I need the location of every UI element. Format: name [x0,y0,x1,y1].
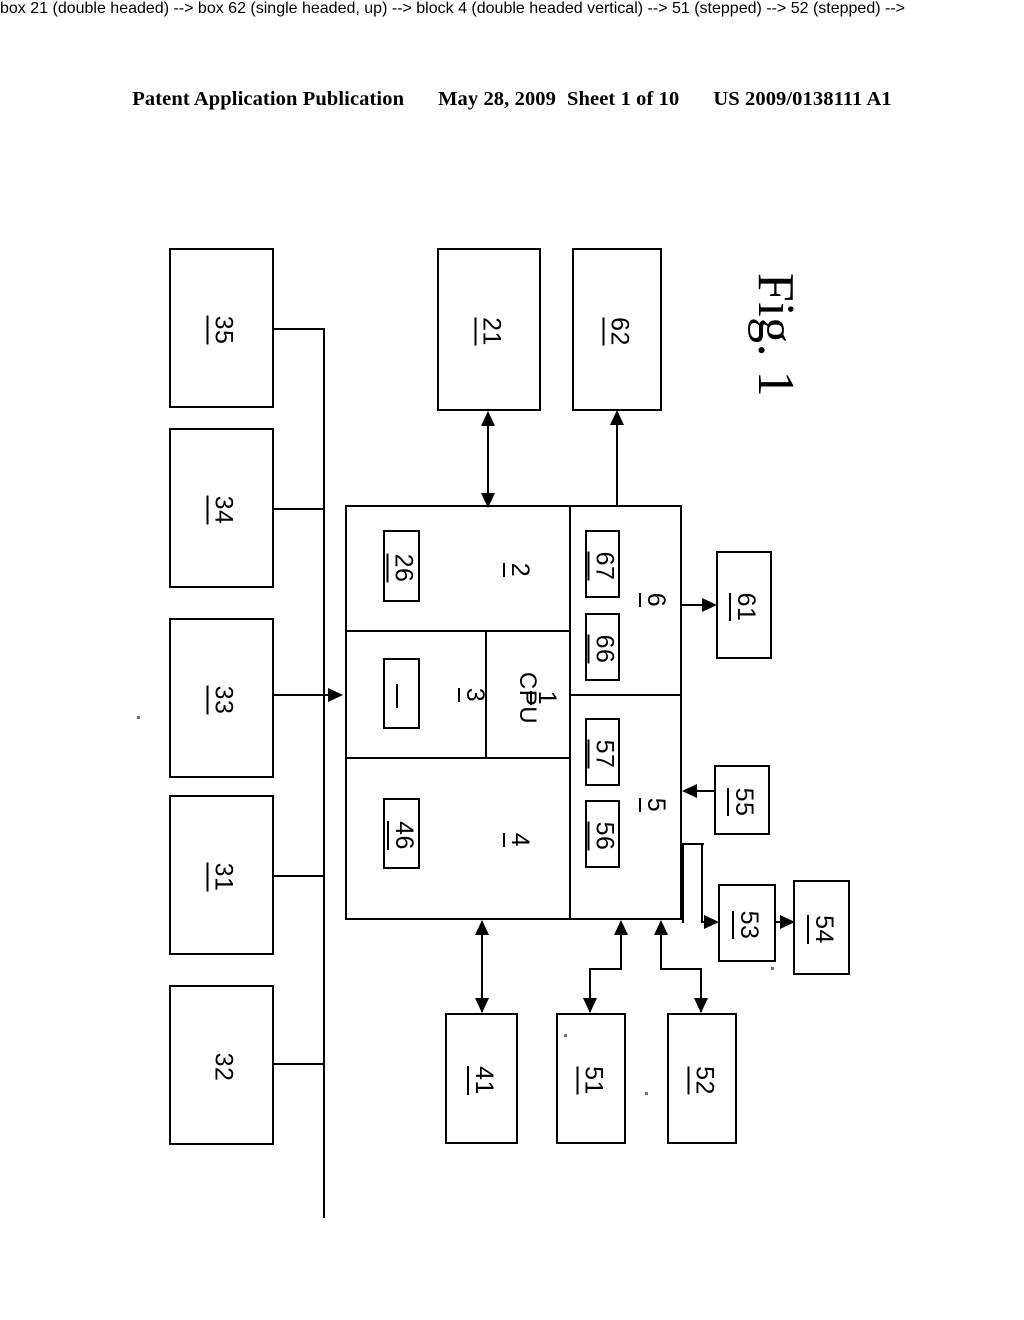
figure-box-54: 54 [793,880,850,975]
figure-box-31: 31 [169,795,274,955]
ref-numeral-56: 56 [571,800,639,873]
link-54-arrowhead [780,915,795,929]
ref-numeral-55: 55 [709,762,779,842]
ref-numeral-32: 32 [209,1052,238,1082]
scan-speck [137,716,140,719]
bus-feed-arrowhead [328,688,343,702]
figure-box-55: 55 [714,765,770,835]
link-51-horizontal [589,968,622,971]
link-55-arrowhead [682,784,697,798]
figure-box-61: 61 [716,551,772,659]
ref-numeral-46: 46 [368,799,439,872]
figure-box-52: 52 [667,1013,737,1144]
ref-numeral-26: 26 [368,532,440,605]
figure-box-41: 41 [445,1013,518,1144]
ref-numeral-52: 52 [639,1016,770,1146]
bus-trunk-lower-segment [323,1063,326,1067]
link-41-arrowhead-bottom [475,998,489,1013]
ref-numeral-54: 54 [776,890,871,969]
figure-box-46: 46 [383,798,420,869]
link-51-arrowhead-up [614,920,628,935]
link-block5-to-53-vertical [682,843,685,923]
bus-feed-into-unit [274,694,332,697]
ref-numeral-57: 57 [571,718,639,791]
figure-box-51: 51 [556,1013,626,1144]
link-41-arrowhead-top [475,920,489,935]
figure-caption: Fig. 1 [747,272,804,398]
scan-speck [645,1092,648,1095]
figure-box-26: 26 [383,530,420,602]
ref-numeral-33: 33 [144,648,304,753]
link-62-arrowhead [610,410,624,425]
figure-box-32: 32 [169,985,274,1145]
ref-numeral-66: 66 [571,613,639,686]
figure-box-57: 57 [585,718,620,786]
figure-box-21: 21 [437,248,541,411]
figure-box-36 [383,658,420,729]
figure-box-67: 67 [585,530,620,598]
link-51-arrowhead-down [583,998,597,1013]
scan-speck [771,967,774,970]
bus-trunk-vertical [323,328,326,1218]
bus-stub-31 [274,875,325,878]
figure-box-33: 33 [169,618,274,778]
link-block5-to-53-drop [701,843,704,923]
figure-box-66: 66 [585,613,620,681]
figure-box-35: 35 [169,248,274,408]
link-21-arrowhead-top [481,411,495,426]
ref-numeral-67: 67 [571,530,639,603]
link-61-arrowhead [702,598,717,612]
figure-box-34: 34 [169,428,274,588]
figure-box-62: 62 [572,248,662,411]
scan-speck [564,1034,567,1037]
link-62-to-block6 [616,412,619,507]
ref-numeral-block-2: 2 [475,525,565,615]
figure-box-53: 53 [718,884,776,962]
link-52-arrowhead-down [694,998,708,1013]
bus-stub-34 [274,508,325,511]
link-55-to-block5 [696,790,716,793]
ref-numeral-62: 62 [538,287,701,377]
link-52-arrowhead-up [654,920,668,935]
divider-block3-block4 [345,757,571,760]
ref-numeral-block-4: 4 [475,795,565,885]
patent-figure-diagram: 35 34 33 31 32 21 62 box 21 (double head… [0,0,1024,1320]
link-53-arrowhead [704,915,719,929]
bus-stub-35 [274,328,325,331]
ref-numeral-36 [368,659,439,732]
bus-stub-32 [274,1063,325,1066]
divider-block2-block3 [345,630,571,633]
link-52-horizontal [660,968,702,971]
figure-box-56: 56 [585,800,620,868]
